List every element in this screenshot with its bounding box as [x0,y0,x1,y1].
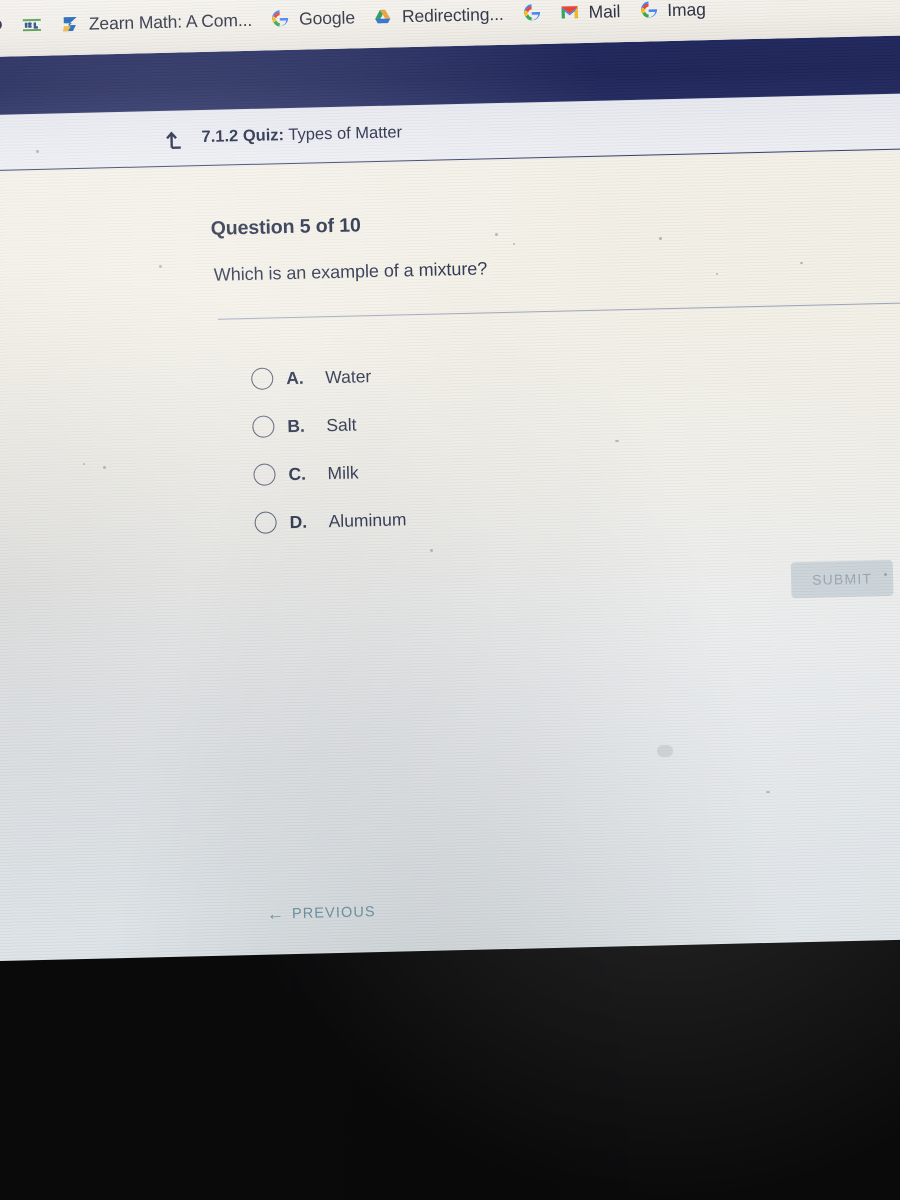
bookmark-item-zearn[interactable]: Zearn Math: A Com... [51,6,262,38]
lesson-number: 7.1.2 [201,127,239,147]
choice-text-b: Salt [326,413,357,435]
gmail-icon [559,2,579,22]
question-progress: Question 5 of 10 [210,214,362,240]
bookmark-label-images: Imag [667,0,707,20]
google-g-icon [638,0,658,20]
google-g-icon [270,9,290,29]
bookmark-label-mail: Mail [588,0,621,22]
choice-text-c: Milk [327,461,359,483]
page-title: 7.1.2 Quiz: Types of Matter [201,123,402,147]
speech-bubble-icon [0,16,4,36]
choice-letter-a: A. [285,367,304,388]
laptop-screen: Zearn Math: A Com... Google Redirecting.… [0,0,900,962]
radio-button-a[interactable] [250,367,274,390]
bookmark-item-redirecting[interactable]: Redirecting... [364,0,513,30]
question-divider [217,301,900,320]
bookmark-label-zearn: Zearn Math: A Com... [88,9,253,34]
submit-button[interactable]: SUBMIT [790,559,894,599]
bookmark-label-redirecting: Redirecting... [401,3,504,26]
bookmark-item-mail[interactable]: Mail [550,0,629,26]
answer-choice-d[interactable]: D. Aluminum [254,495,407,547]
answer-choice-list: A. Water B. Salt C. Milk D. Aluminum [250,351,407,547]
choice-letter-c: C. [288,463,307,484]
bookmark-label-google: Google [298,6,356,29]
choice-letter-d: D. [289,511,308,532]
answer-choice-c[interactable]: C. Milk [253,447,406,499]
bookmark-item-images[interactable]: Imag [629,0,715,24]
bookmark-item-ixl[interactable] [13,12,52,39]
previous-label: PREVIOUS [291,903,376,922]
photo-of-screen: Zearn Math: A Com... Google Redirecting.… [0,0,900,1200]
bookmark-item-speech-bubble[interactable] [0,12,13,39]
bookmark-item-google[interactable]: Google [261,4,364,33]
answer-choice-a[interactable]: A. Water [250,351,404,403]
radio-button-d[interactable] [254,511,277,534]
choice-text-d: Aluminum [328,508,407,531]
activity-label: Quiz: [242,126,285,146]
google-g-icon [521,3,541,23]
radio-button-c[interactable] [253,463,276,486]
previous-button[interactable]: ← PREVIOUS [266,903,376,924]
bookmark-item-google-2[interactable] [512,0,551,27]
zearn-icon [60,14,80,34]
answer-choice-b[interactable]: B. Salt [252,399,405,451]
question-text: Which is an example of a mixture? [213,258,488,285]
google-drive-icon [373,7,393,27]
radio-button-b[interactable] [252,415,275,438]
choice-text-a: Water [324,365,372,387]
ixl-icon [22,15,42,35]
activity-name: Types of Matter [288,123,403,145]
arrow-left-icon: ← [266,904,286,924]
return-arrow-icon[interactable] [163,127,188,150]
choice-letter-b: B. [287,415,306,436]
